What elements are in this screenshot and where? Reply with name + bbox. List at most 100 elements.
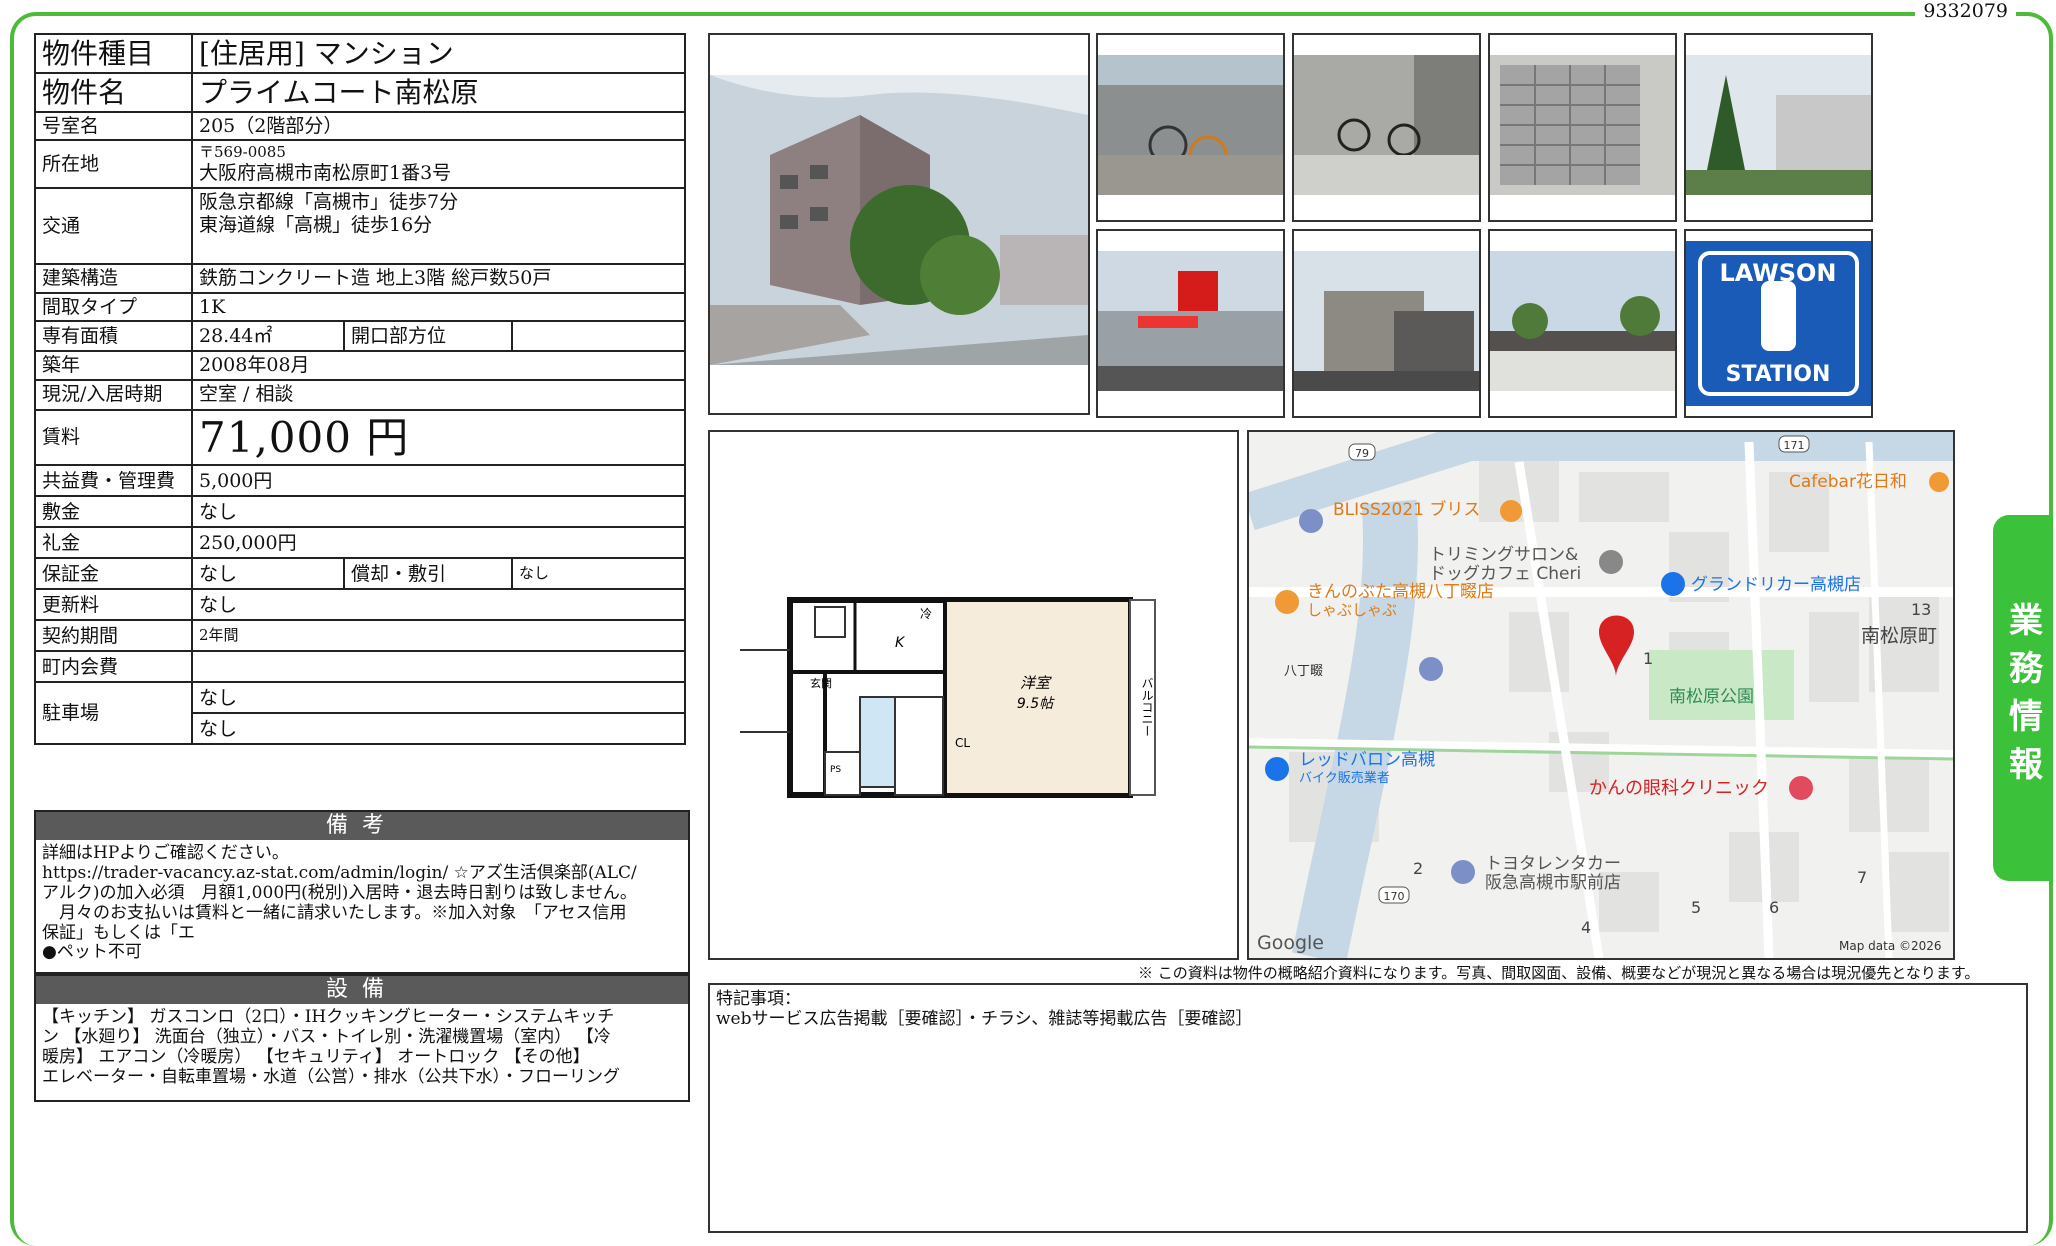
map-trim-1: トリミングサロン& [1429, 545, 1578, 565]
map-data-credit: Map data ©2026 [1839, 939, 1942, 953]
map-cafebar: Cafebar花日和 [1789, 472, 1907, 492]
zip-code: 〒569-0085 [199, 143, 286, 162]
restaurant-pin-icon[interactable] [1275, 590, 1299, 614]
name-label: 物件名 [34, 72, 193, 114]
western-room-size: 9.5帖 [1017, 696, 1055, 712]
station-building-photo[interactable] [1292, 229, 1481, 418]
floor-plan[interactable]: 玄関 K 冷 PS CL 洋室 9.5帖 バルコニー [708, 430, 1239, 960]
built-label: 築年 [34, 350, 193, 381]
access-line-1: 阪急京都線「高槻市」徒歩7分 [199, 191, 459, 214]
amortization-label: 償却・敷引 [343, 557, 513, 591]
disclaimer-notice: ※ この資料は物件の概略紹介資料になります。写真、間取図面、設備、概要などが現況… [1138, 964, 1980, 982]
parking-value-1: なし [191, 681, 686, 715]
map-num-5: 5 [1691, 898, 1701, 917]
renewal-label: 更新料 [34, 588, 193, 622]
liquor-pin-icon[interactable] [1661, 572, 1685, 596]
type-value: [住居用] マンション [191, 32, 686, 75]
special-notes: 特記事項： webサービス広告掲載［要確認］・チラシ、雑誌等掲載広告［要確認］ [708, 983, 2028, 1233]
bicycle-parking-photo[interactable] [1096, 33, 1285, 222]
address-cell: 〒569-0085 大阪府高槻市南松原町1番3号 [191, 139, 686, 190]
location-map[interactable]: 79 171 170 BLISS2021 ブリス トリミングサロン& ドッグカフ… [1247, 430, 1955, 960]
guarantee-value: なし [191, 557, 345, 591]
ps-label: PS [830, 765, 841, 775]
renewal-value: なし [191, 588, 686, 622]
access-cell: 阪急京都線「高槻市」徒歩7分 東海道線「高槻」徒歩16分 [191, 187, 686, 266]
mailbox-photo[interactable] [1488, 33, 1677, 222]
car-rental-pin-icon[interactable] [1451, 860, 1475, 884]
remarks-body: 詳細はHPよりご確認ください。 https://trader-vacancy.a… [42, 843, 637, 963]
map-num-1: 1 [1643, 649, 1653, 668]
fee-label: 共益費・管理費 [34, 464, 193, 498]
built-value: 2008年08月 [191, 350, 686, 381]
map-town: 南松原町 [1861, 625, 1937, 647]
key-money-label: 礼金 [34, 526, 193, 560]
cafe-pin-icon[interactable] [1929, 472, 1949, 492]
map-num-2: 2 [1413, 859, 1423, 878]
area-value: 28.44㎡ [191, 320, 345, 353]
parking-label: 駐車場 [34, 681, 193, 746]
name-value: プライムコート南松原 [191, 72, 686, 114]
amortization-value: なし [511, 557, 686, 591]
closet-label: CL [955, 736, 970, 750]
map-trim-2: ドッグカフェ Cheri [1429, 564, 1581, 584]
layout-value: 1K [191, 291, 686, 323]
direction-label: 開口部方位 [343, 320, 513, 353]
map-toyota-1: トヨタレンタカー [1485, 854, 1621, 874]
type-label: 物件種目 [34, 32, 193, 75]
equipment-body: 【キッチン】 ガスコンロ（2口）・IHクッキングヒーター・システムキッチ ン 【… [42, 1007, 620, 1087]
document-id: 9332079 [1915, 0, 2016, 22]
google-logo: Google [1257, 932, 1324, 954]
structure-value: 鉄筋コンクリート造 地上3階 総戸数50戸 [191, 263, 686, 294]
bliss-pin-icon[interactable] [1299, 509, 1323, 533]
balcony-label: バルコニー [1140, 677, 1154, 737]
special-notes-body: webサービス広告掲載［要確認］・チラシ、雑誌等掲載広告［要確認］ [716, 1009, 1253, 1030]
room-label: 号室名 [34, 111, 193, 142]
map-grand: グランドリカー高槻店 [1691, 575, 1861, 595]
map-num-13: 13 [1911, 600, 1931, 619]
route-79: 79 [1355, 447, 1369, 460]
bicycle-storage-photo[interactable] [1292, 33, 1481, 222]
western-room-label: 洋室 [1020, 674, 1052, 692]
svg-text:STATION: STATION [1726, 362, 1831, 387]
remarks-heading: 備考 [36, 812, 688, 840]
guarantee-label: 保証金 [34, 557, 193, 591]
bike-shop-pin-icon[interactable] [1265, 757, 1289, 781]
supermarket-photo[interactable] [1096, 229, 1285, 418]
map-kinobuta-1: きんのぶた高槻八丁畷店 [1307, 582, 1494, 602]
fridge-label: 冷 [920, 607, 932, 621]
access-line-2: 東海道線「高槻」徒歩16分 [199, 213, 433, 236]
route-170: 170 [1384, 890, 1405, 903]
deposit-label: 敷金 [34, 495, 193, 529]
map-red-1: レッドバロン高槻 [1299, 750, 1435, 770]
plaza-photo[interactable] [1488, 229, 1677, 418]
bliss-food-icon[interactable] [1500, 500, 1522, 522]
map-num-7: 7 [1857, 868, 1867, 887]
business-info-tab[interactable]: 業務情報 [1993, 515, 2053, 881]
map-bliss: BLISS2021 ブリス [1333, 499, 1480, 520]
town-fee-value [191, 650, 686, 684]
parking-icon[interactable] [1419, 657, 1443, 681]
status-label: 現況/入居時期 [34, 378, 193, 411]
map-kinobuta-2: しゃぶしゃぶ [1307, 601, 1397, 619]
map-hatchonawate: 八丁畷 [1284, 664, 1323, 679]
deposit-value: なし [191, 495, 686, 529]
svg-text:LAWSON: LAWSON [1719, 259, 1836, 287]
route-171: 171 [1784, 439, 1805, 452]
key-money-value: 250,000円 [191, 526, 686, 560]
map-clinic: かんの眼科クリニック [1589, 778, 1769, 799]
map-num-4: 4 [1581, 918, 1591, 937]
direction-value [511, 320, 686, 353]
clinic-pin-icon[interactable] [1789, 776, 1813, 800]
area-label: 専有面積 [34, 320, 193, 353]
special-notes-title: 特記事項： [716, 989, 801, 1009]
main-building-photo[interactable] [708, 33, 1090, 415]
structure-label: 建築構造 [34, 263, 193, 294]
address-label: 所在地 [34, 139, 193, 190]
map-toyota-2: 阪急高槻市駅前店 [1485, 873, 1621, 893]
parking-value-2: なし [191, 712, 686, 746]
hospital-photo[interactable] [1684, 33, 1873, 222]
salon-pin-icon[interactable] [1599, 550, 1623, 574]
room-value: 205（2階部分） [191, 111, 686, 142]
address-value: 大阪府高槻市南松原町1番3号 [199, 162, 452, 185]
lawson-station-photo[interactable]: LAWSON STATION [1684, 229, 1873, 418]
